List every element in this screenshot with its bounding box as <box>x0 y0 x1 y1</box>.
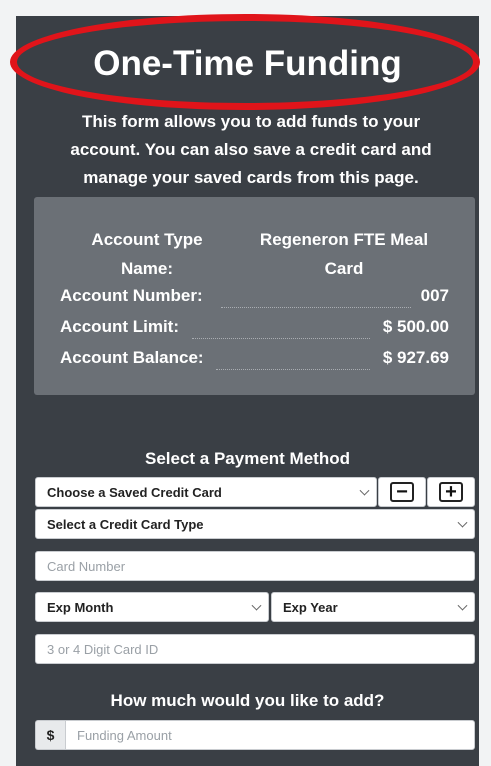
account-number-label: Account Number: <box>60 286 203 305</box>
plus-icon: + <box>439 482 463 502</box>
chevron-down-icon <box>251 600 262 611</box>
page-title: One-Time Funding <box>93 44 402 83</box>
funding-amount-input[interactable]: Funding Amount <box>65 720 475 750</box>
card-id-input[interactable]: 3 or 4 Digit Card ID <box>35 634 475 664</box>
account-info-box: Account Type Name: Regeneron FTE Meal Ca… <box>34 197 475 395</box>
account-balance-leader <box>216 369 370 370</box>
account-limit-label: Account Limit: <box>60 317 179 336</box>
account-type-label: Account Type Name: <box>91 230 203 278</box>
intro-text: This form allows you to add funds to you… <box>46 108 456 192</box>
saved-card-select[interactable]: Choose a Saved Credit Card <box>35 477 377 507</box>
intro-line-3: manage your saved cards from this page. <box>83 168 419 187</box>
card-number-input[interactable]: Card Number <box>35 551 475 581</box>
currency-addon: $ <box>35 720 65 750</box>
account-number-value: 007 <box>420 286 449 305</box>
account-type-value: Regeneron FTE Meal Card <box>259 230 429 278</box>
account-limit-leader <box>192 338 370 339</box>
payment-method-title: Select a Payment Method <box>144 449 350 468</box>
account-balance-label: Account Balance: <box>60 348 204 367</box>
funding-title: How much would you like to add? <box>110 691 385 710</box>
card-type-select[interactable]: Select a Credit Card Type <box>35 509 475 539</box>
intro-line-1: This form allows you to add funds to you… <box>81 112 421 131</box>
account-number-leader <box>221 307 411 308</box>
add-card-button[interactable]: + <box>427 477 475 507</box>
exp-year-select[interactable]: Exp Year <box>271 592 475 622</box>
remove-card-button[interactable]: − <box>378 477 426 507</box>
exp-month-select[interactable]: Exp Month <box>35 592 269 622</box>
intro-line-2: account. You can also save a credit card… <box>70 140 432 159</box>
minus-icon: − <box>390 482 414 502</box>
chevron-down-icon <box>457 600 468 611</box>
chevron-down-icon <box>457 517 468 528</box>
account-balance-value: $ 927.69 <box>382 348 449 367</box>
account-limit-value: $ 500.00 <box>382 317 449 336</box>
chevron-down-icon <box>359 485 370 496</box>
